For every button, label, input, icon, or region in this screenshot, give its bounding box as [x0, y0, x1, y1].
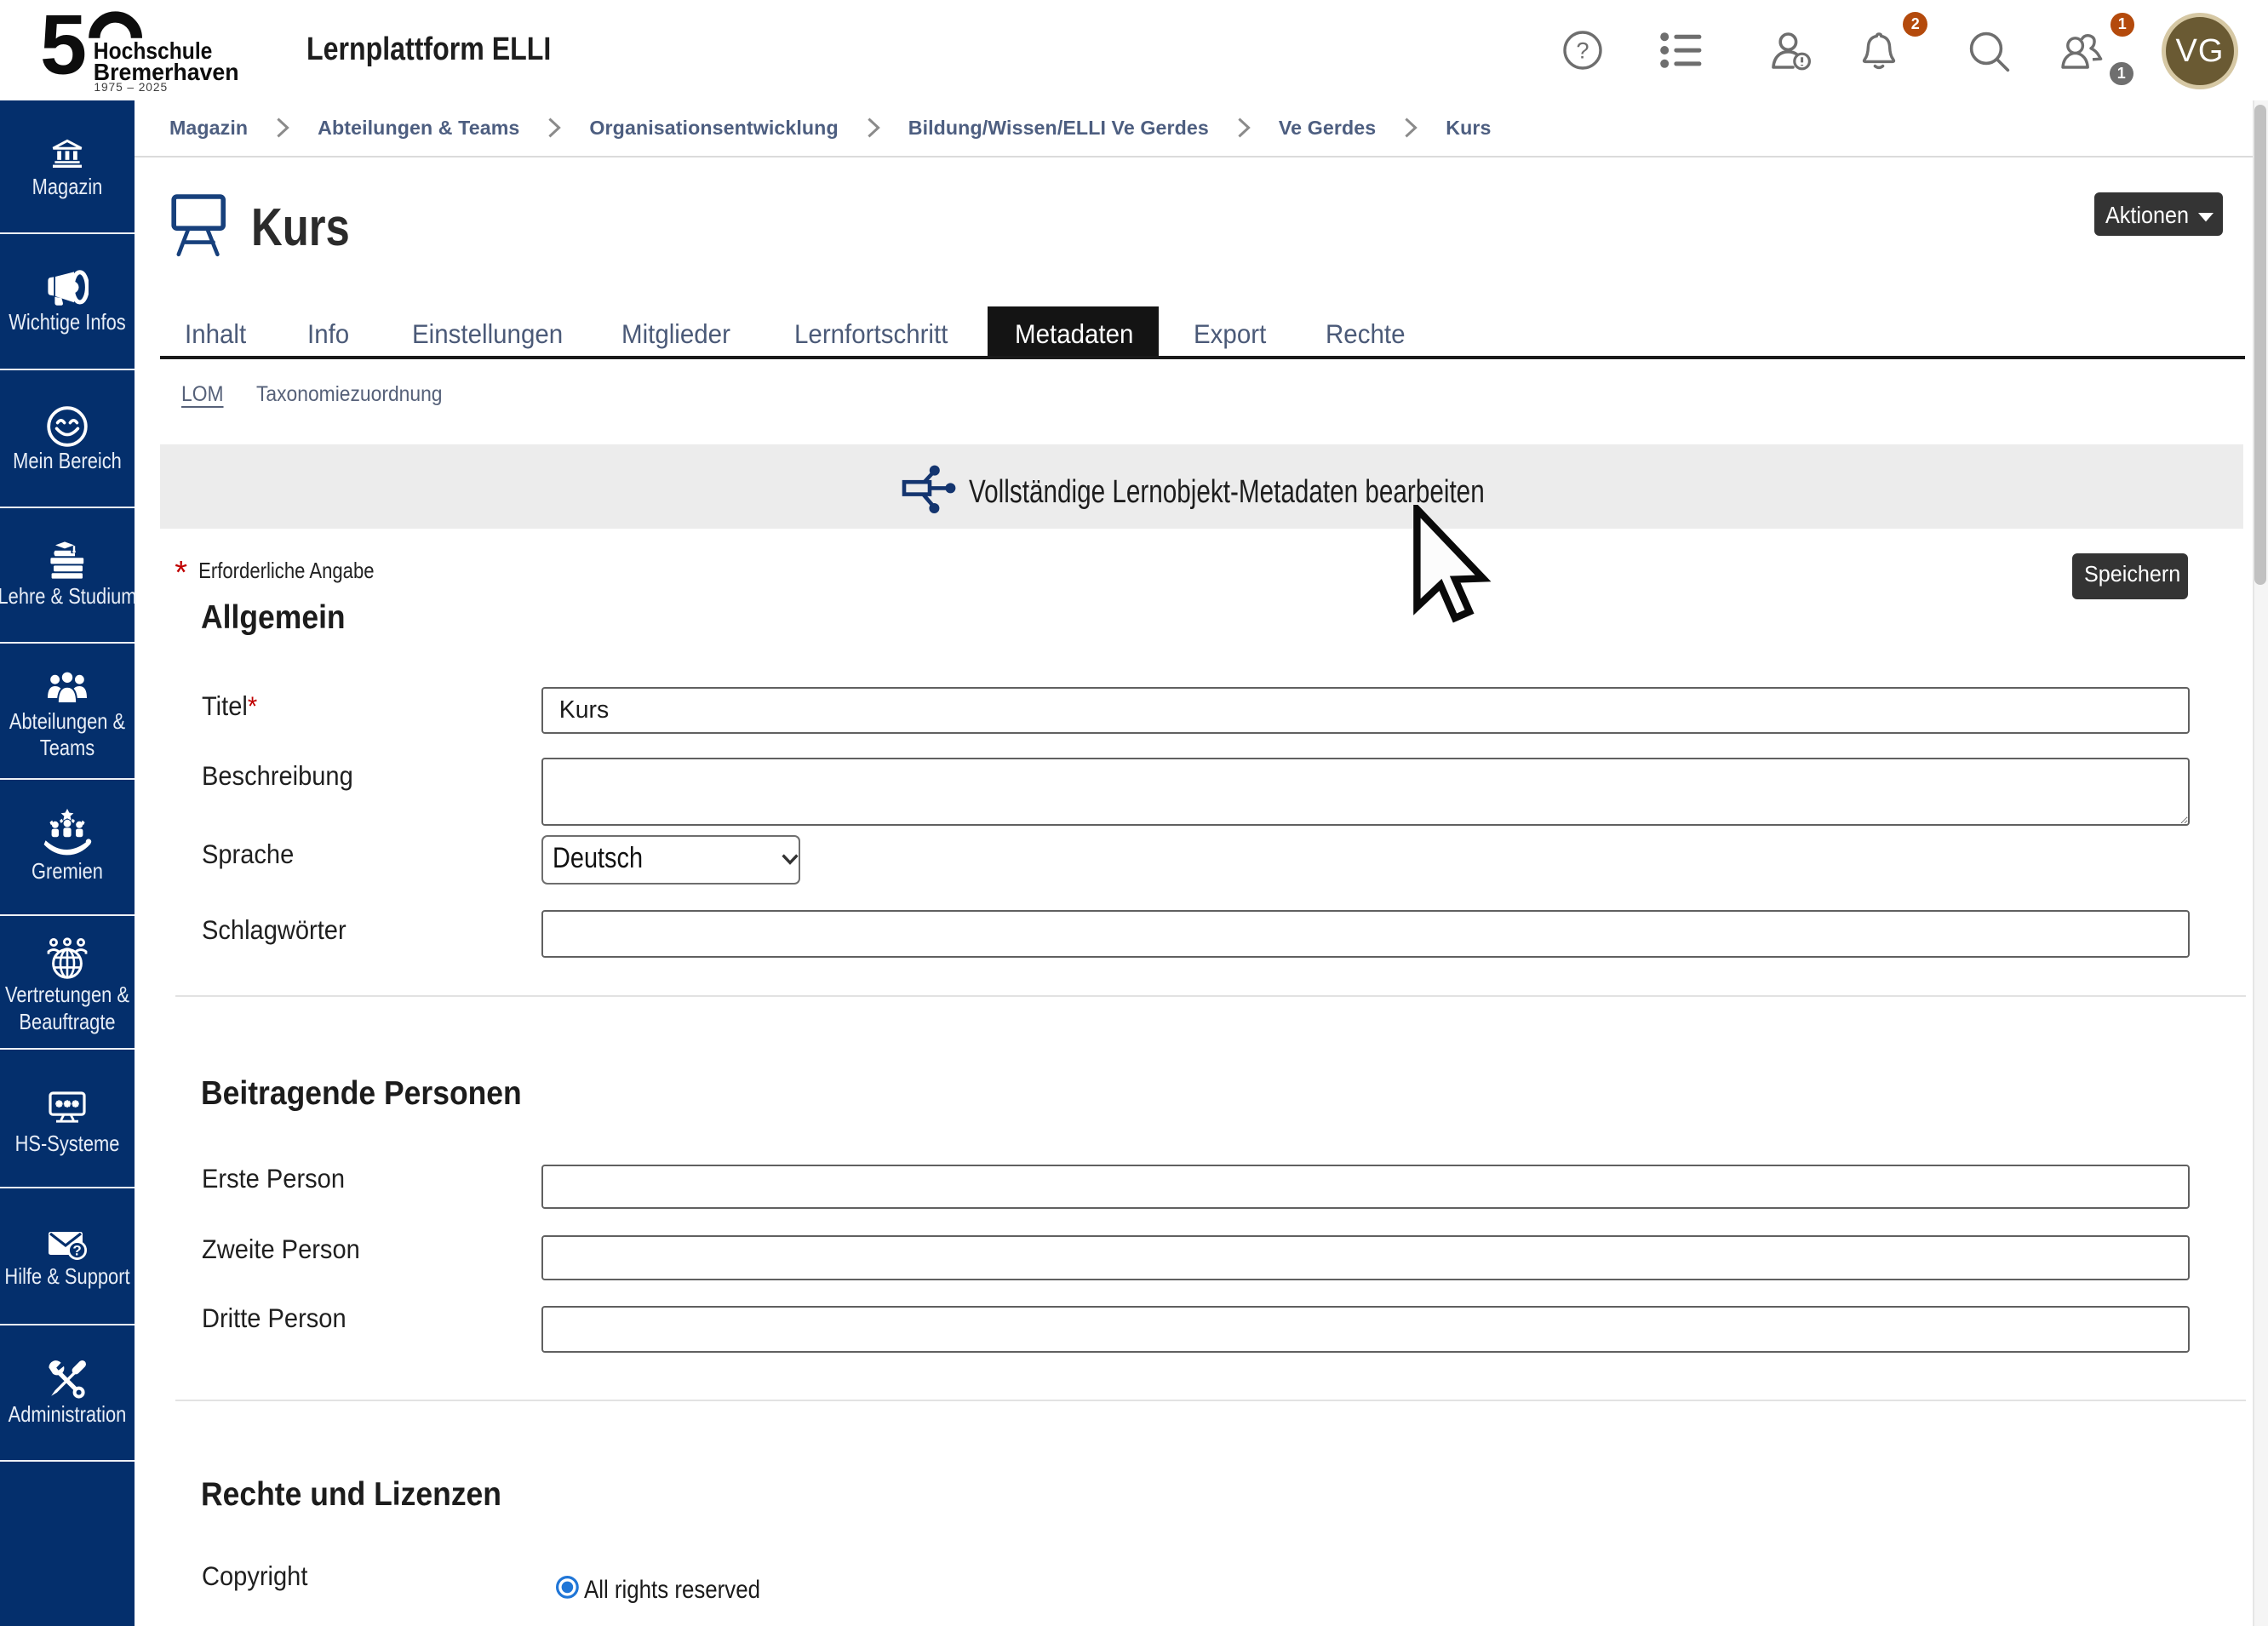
svg-text:5: 5 [40, 7, 87, 92]
svg-text:1975 – 2025: 1975 – 2025 [94, 81, 168, 94]
svg-text:?: ? [72, 1243, 81, 1259]
svg-text:?: ? [1576, 38, 1589, 64]
